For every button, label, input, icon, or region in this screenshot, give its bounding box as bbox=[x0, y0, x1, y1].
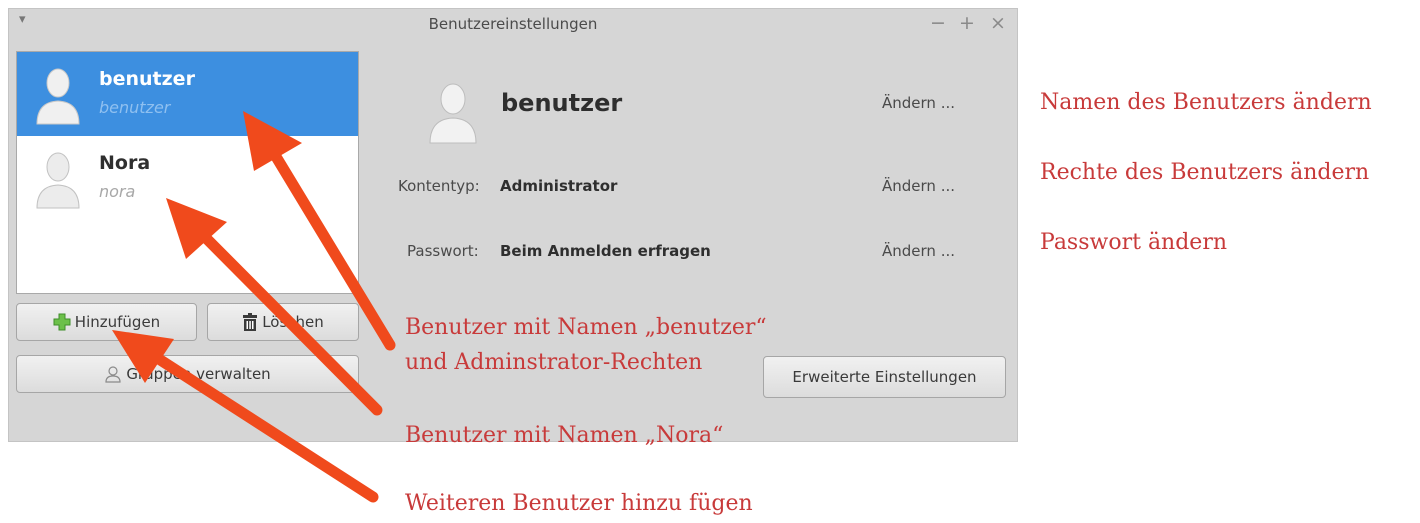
annotation-user-benutzer-line2: und Adminstrator-Rechten bbox=[405, 350, 703, 375]
annotation-change-password: Passwort ändern bbox=[1040, 230, 1228, 255]
arrow-to-nora bbox=[192, 224, 383, 416]
annotation-user-benutzer-line1: Benutzer mit Namen „benutzer“ bbox=[405, 315, 767, 340]
annotation-change-name: Namen des Benutzers ändern bbox=[1040, 90, 1372, 115]
annotation-add-user: Weiteren Benutzer hinzu fügen bbox=[405, 491, 753, 516]
annotation-user-nora: Benutzer mit Namen „Nora“ bbox=[405, 423, 724, 448]
arrowhead-benutzer bbox=[243, 111, 302, 171]
annotation-change-rights: Rechte des Benutzers ändern bbox=[1040, 160, 1370, 185]
